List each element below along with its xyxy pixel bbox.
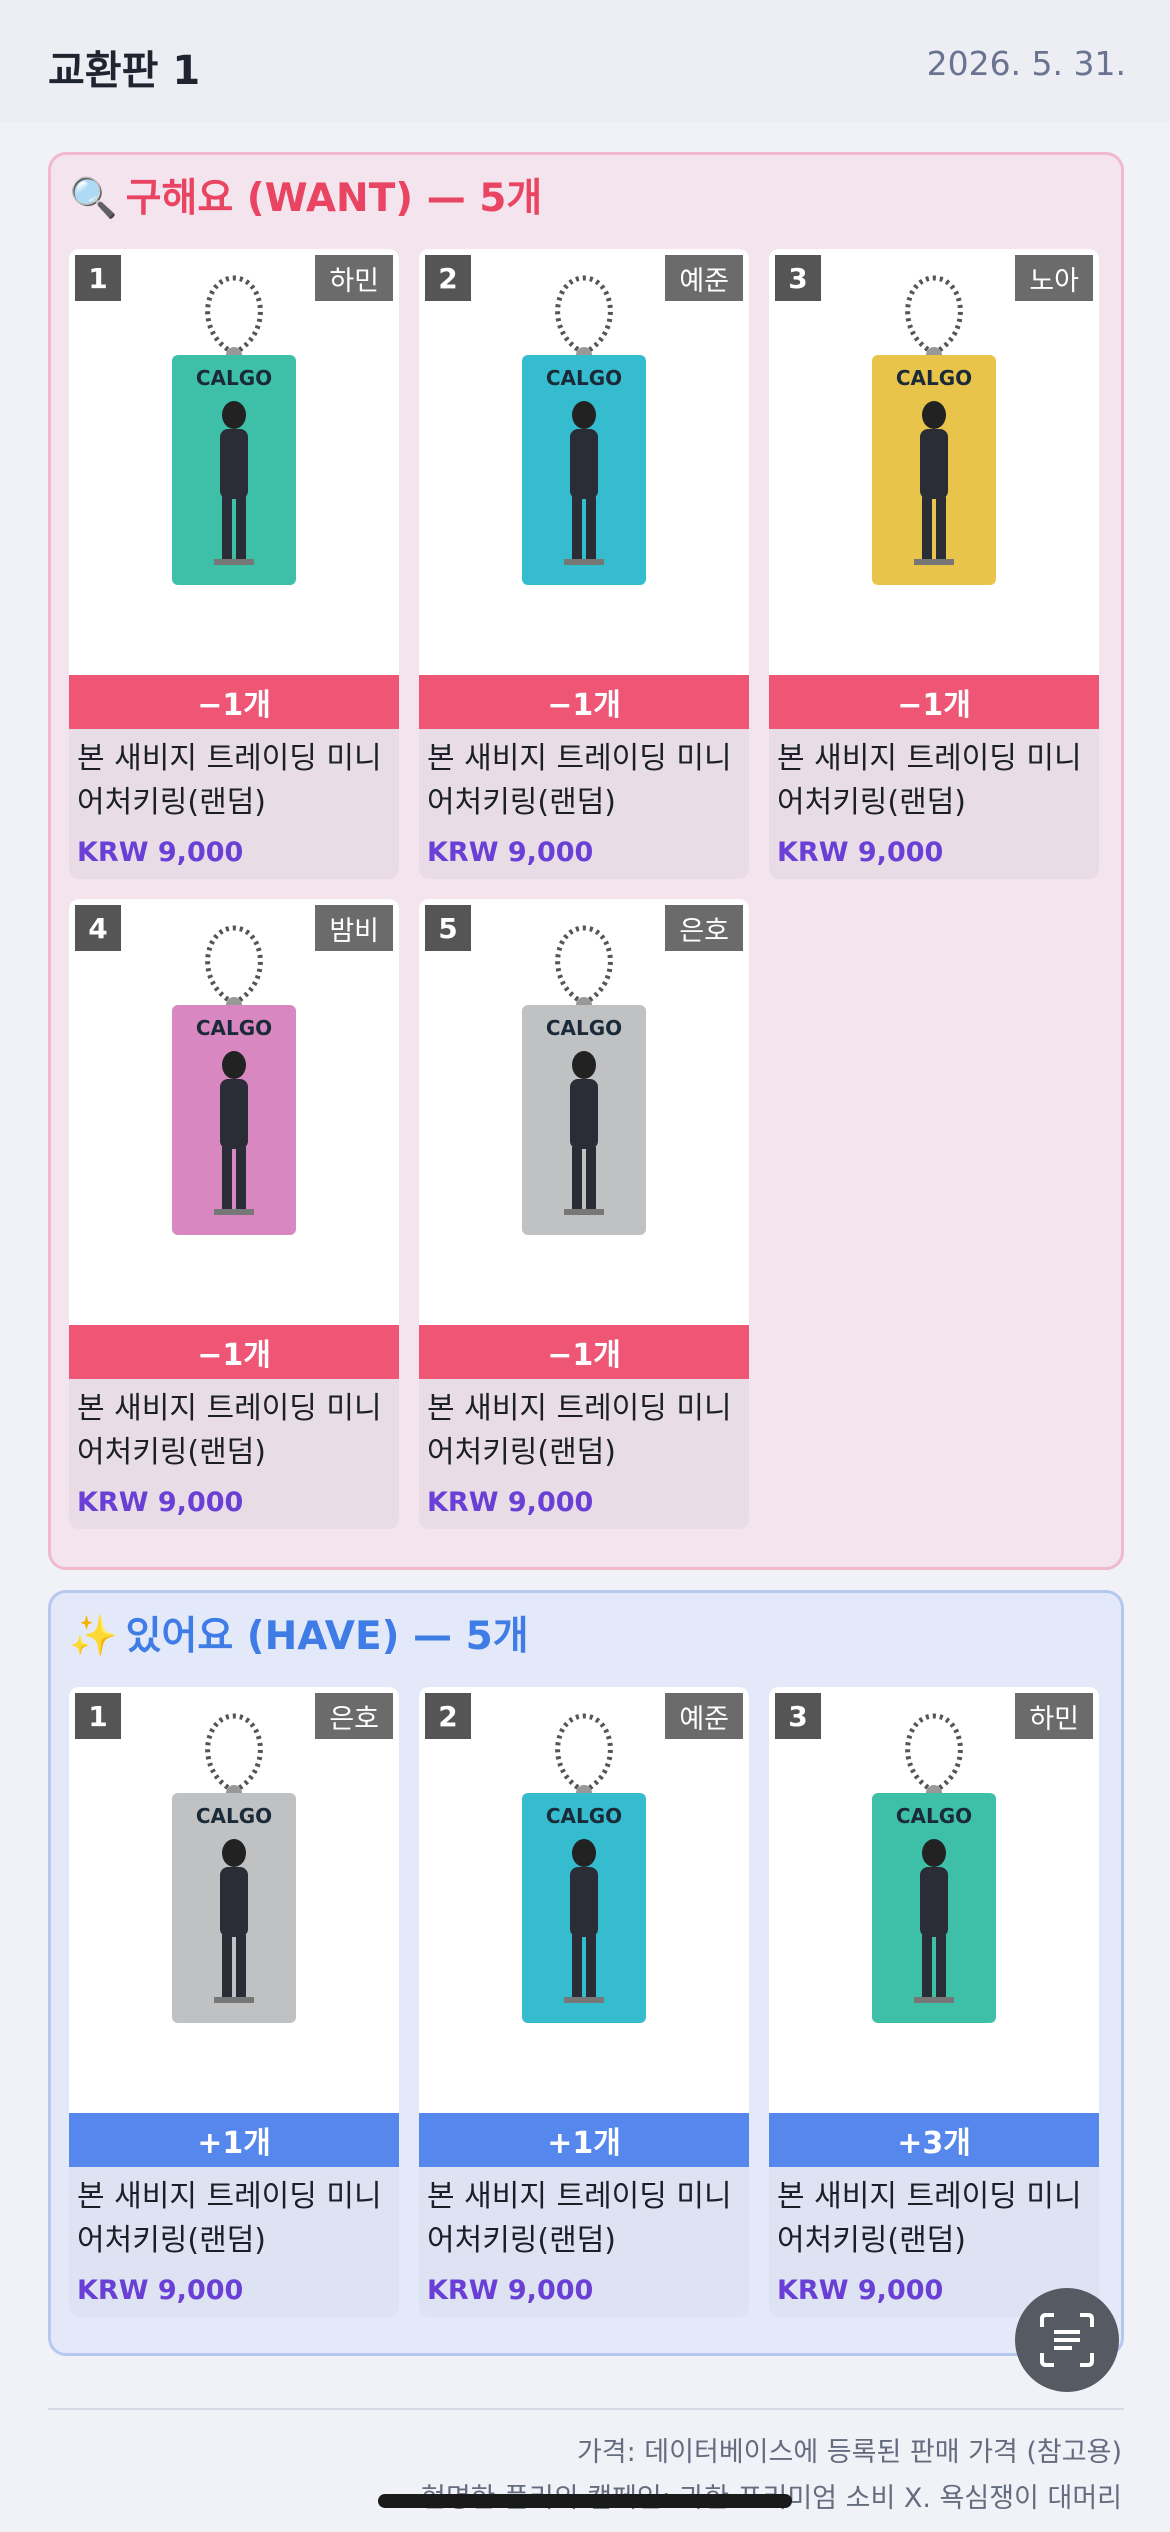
page-title: 교환판 1 — [48, 48, 201, 94]
quantity-bar: −1개 — [69, 1325, 399, 1379]
product-name: 본 새비지 트레이딩 미니 어처키링(랜덤) — [777, 2179, 1082, 2258]
product-name: 본 새비지 트레이딩 미니 어처키링(랜덤) — [777, 741, 1082, 820]
want-card-2[interactable]: CALGO 2 예준 −1개 본 새비지 트레이딩 미니 어처키링(랜덤) KR… — [419, 249, 749, 879]
keyring-logo: CALGO — [546, 366, 622, 390]
quantity-bar: −1개 — [419, 675, 749, 729]
have-section-title: ✨ 있어요 (HAVE) — 5개 — [69, 1605, 529, 1661]
product-price: KRW 9,000 — [427, 837, 594, 868]
have-card-1[interactable]: CALGO 1 은호 +1개 본 새비지 트레이딩 미니 어처키링(랜덤) KR… — [69, 1687, 399, 2317]
member-badge: 노아 — [1015, 255, 1093, 301]
keyring-image: CALGO — [172, 275, 296, 585]
keyring-logo: CALGO — [546, 1016, 622, 1040]
quantity-bar: +1개 — [419, 2113, 749, 2167]
product-price: KRW 9,000 — [77, 1487, 244, 1518]
product-photo: CALGO — [69, 249, 399, 675]
keyring-logo: CALGO — [196, 1016, 272, 1040]
sparkles-icon: ✨ — [69, 1614, 118, 1659]
product-photo: CALGO — [69, 1687, 399, 2113]
keyring-image: CALGO — [872, 1713, 996, 2023]
product-price: KRW 9,000 — [777, 837, 944, 868]
member-badge: 은호 — [665, 905, 743, 951]
item-number: 1 — [75, 1693, 121, 1739]
keyring-image: CALGO — [172, 1713, 296, 2023]
want-card-5[interactable]: CALGO 5 은호 −1개 본 새비지 트레이딩 미니 어처키링(랜덤) KR… — [419, 899, 749, 1529]
keyring-logo: CALGO — [196, 1804, 272, 1828]
item-number: 1 — [75, 255, 121, 301]
product-name: 본 새비지 트레이딩 미니 어처키링(랜덤) — [77, 2179, 382, 2258]
footer-divider — [48, 2408, 1124, 2410]
have-title-text: 있어요 (HAVE) — 5개 — [125, 1614, 529, 1659]
want-card-4[interactable]: CALGO 4 밤비 −1개 본 새비지 트레이딩 미니 어처키링(랜덤) KR… — [69, 899, 399, 1529]
item-number: 3 — [775, 1693, 821, 1739]
product-photo: CALGO — [419, 249, 749, 675]
want-title-text: 구해요 (WANT) — 5개 — [125, 176, 543, 221]
quantity-bar: +3개 — [769, 2113, 1099, 2167]
scan-text-button[interactable] — [1015, 2288, 1119, 2392]
product-name: 본 새비지 트레이딩 미니 어처키링(랜덤) — [77, 1391, 382, 1470]
product-photo: CALGO — [769, 249, 1099, 675]
keyring-logo: CALGO — [896, 1804, 972, 1828]
have-section: ✨ 있어요 (HAVE) — 5개 CALGO 1 은호 +1개 본 새비지 트레… — [48, 1590, 1124, 2356]
item-number: 3 — [775, 255, 821, 301]
keyring-image: CALGO — [522, 925, 646, 1235]
keyring-image: CALGO — [522, 1713, 646, 2023]
quantity-bar: −1개 — [769, 675, 1099, 729]
product-photo: CALGO — [419, 1687, 749, 2113]
price-note: 가격: 데이터베이스에 등록된 판매 가격 (참고용) — [576, 2437, 1122, 2468]
member-badge: 예준 — [665, 255, 743, 301]
scan-text-icon — [1040, 2313, 1094, 2367]
product-name: 본 새비지 트레이딩 미니 어처키링(랜덤) — [77, 741, 382, 820]
item-number: 2 — [425, 1693, 471, 1739]
app-header: 교환판 1 2026. 5. 31. — [0, 0, 1170, 122]
keyring-logo: CALGO — [896, 366, 972, 390]
keyring-logo: CALGO — [196, 366, 272, 390]
item-number: 2 — [425, 255, 471, 301]
magnifier-icon: 🔍 — [69, 176, 118, 221]
want-card-1[interactable]: CALGO 1 하민 −1개 본 새비지 트레이딩 미니 어처키링(랜덤) KR… — [69, 249, 399, 879]
item-number: 5 — [425, 905, 471, 951]
keyring-image: CALGO — [522, 275, 646, 585]
member-badge: 밤비 — [315, 905, 393, 951]
product-photo: CALGO — [769, 1687, 1099, 2113]
want-section-title: 🔍 구해요 (WANT) — 5개 — [69, 167, 542, 223]
quantity-bar: −1개 — [419, 1325, 749, 1379]
keyring-image: CALGO — [172, 925, 296, 1235]
item-number: 4 — [75, 905, 121, 951]
quantity-bar: +1개 — [69, 2113, 399, 2167]
product-photo: CALGO — [69, 899, 399, 1325]
product-price: KRW 9,000 — [777, 2275, 944, 2306]
product-photo: CALGO — [419, 899, 749, 1325]
member-badge: 하민 — [1015, 1693, 1093, 1739]
have-card-2[interactable]: CALGO 2 예준 +1개 본 새비지 트레이딩 미니 어처키링(랜덤) KR… — [419, 1687, 749, 2317]
keyring-logo: CALGO — [546, 1804, 622, 1828]
product-price: KRW 9,000 — [77, 2275, 244, 2306]
product-name: 본 새비지 트레이딩 미니 어처키링(랜덤) — [427, 741, 732, 820]
member-badge: 은호 — [315, 1693, 393, 1739]
want-section: 🔍 구해요 (WANT) — 5개 CALGO 1 하민 −1개 본 새비지 트레… — [48, 152, 1124, 1570]
member-badge: 예준 — [665, 1693, 743, 1739]
product-price: KRW 9,000 — [427, 2275, 594, 2306]
member-badge: 하민 — [315, 255, 393, 301]
product-name: 본 새비지 트레이딩 미니 어처키링(랜덤) — [427, 1391, 732, 1470]
have-card-3[interactable]: CALGO 3 하민 +3개 본 새비지 트레이딩 미니 어처키링(랜덤) KR… — [769, 1687, 1099, 2317]
product-price: KRW 9,000 — [77, 837, 244, 868]
keyring-image: CALGO — [872, 275, 996, 585]
home-indicator[interactable] — [378, 2494, 792, 2508]
product-name: 본 새비지 트레이딩 미니 어처키링(랜덤) — [427, 2179, 732, 2258]
want-card-3[interactable]: CALGO 3 노아 −1개 본 새비지 트레이딩 미니 어처키링(랜덤) KR… — [769, 249, 1099, 879]
quantity-bar: −1개 — [69, 675, 399, 729]
board-date: 2026. 5. 31. — [926, 44, 1126, 83]
product-price: KRW 9,000 — [427, 1487, 594, 1518]
